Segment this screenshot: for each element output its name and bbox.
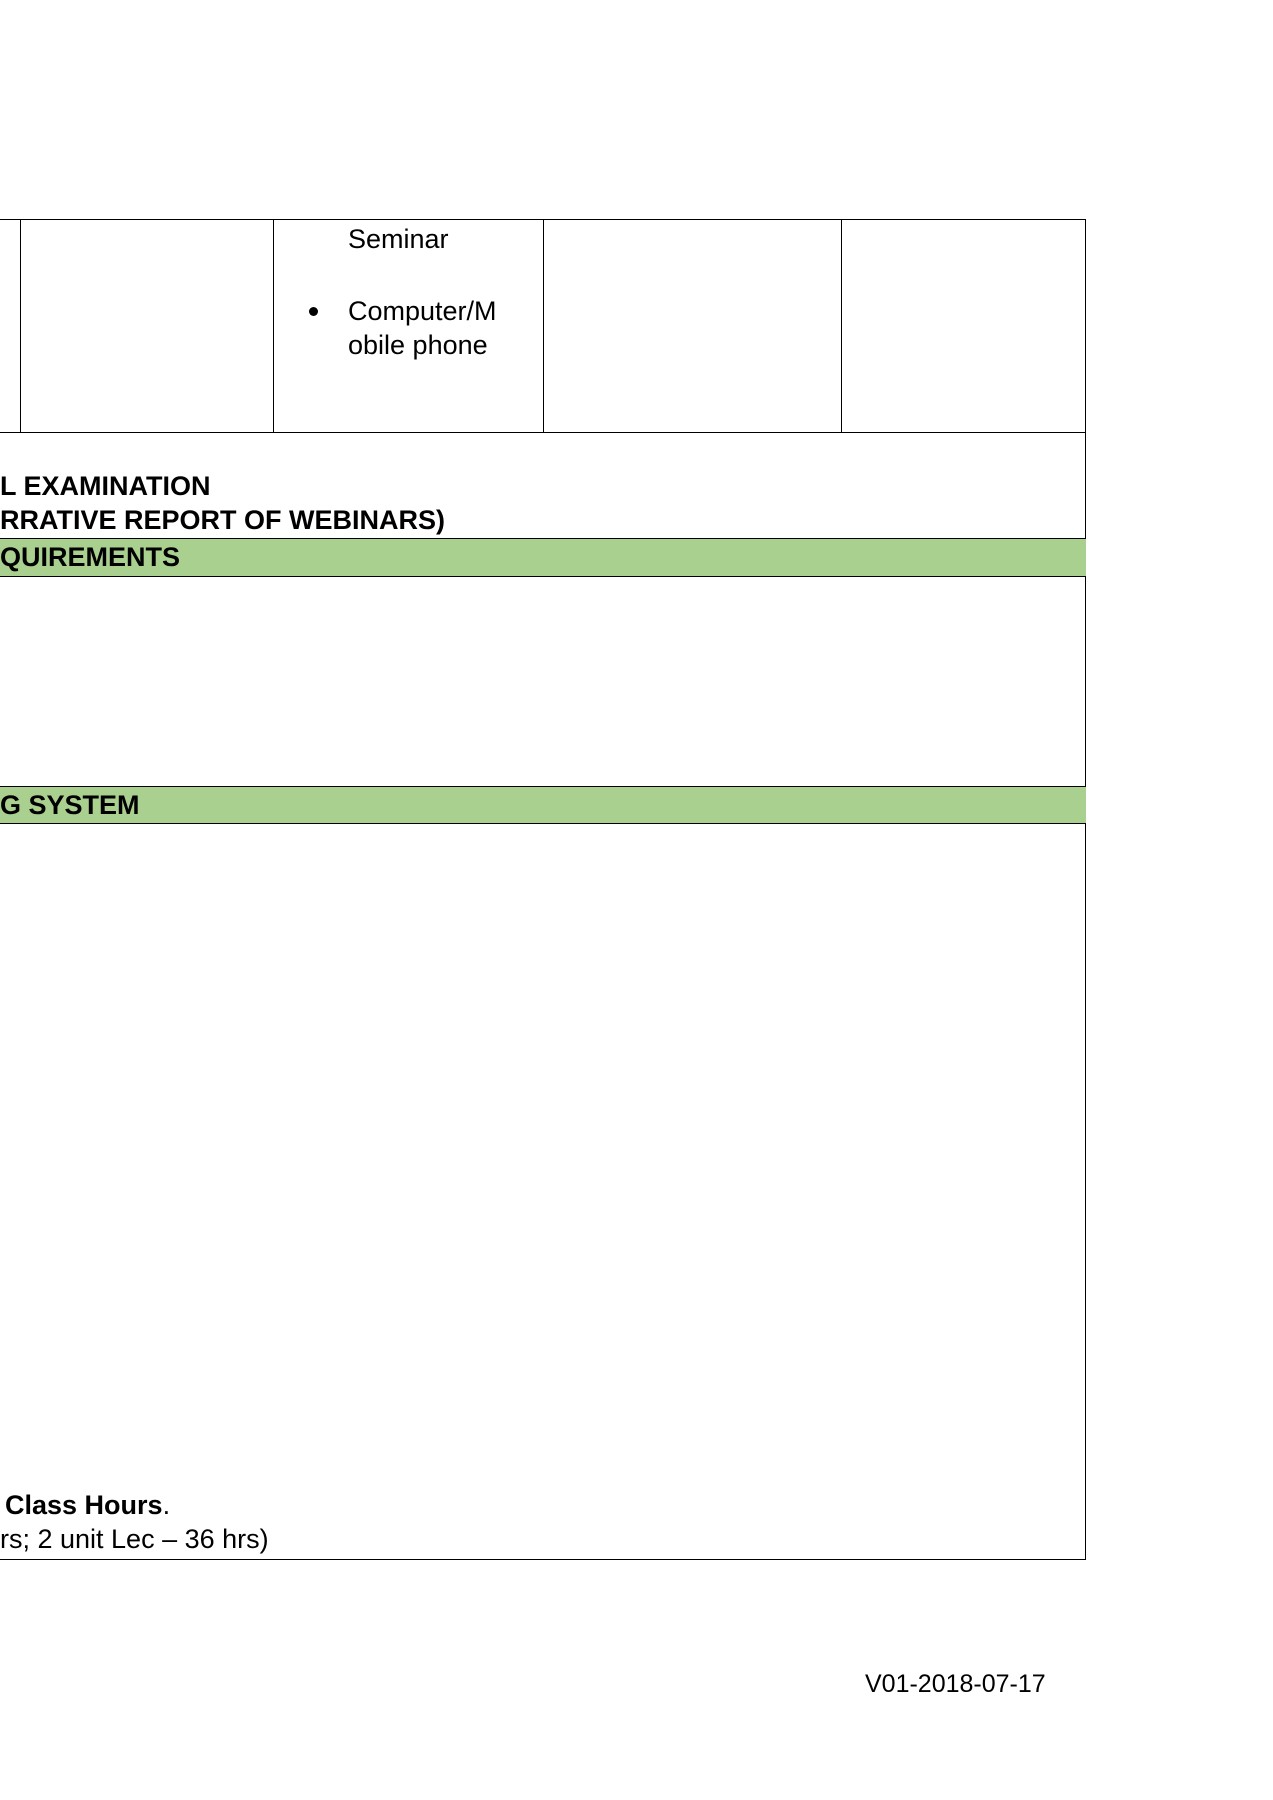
exam-line-2: RRATIVE REPORT OF WEBINARS): [0, 505, 445, 535]
requirements-header-band: QUIREMENTS: [0, 538, 1086, 577]
exam-line-1: L EXAMINATION: [0, 471, 211, 501]
class-hours-bold: Class Hours: [5, 1490, 163, 1520]
cell-divider-3: [543, 219, 545, 433]
equipment-row-bottom-border: [0, 432, 1086, 434]
cell-divider-2: [273, 219, 275, 433]
requirements-header: QUIREMENTS: [0, 542, 181, 572]
bullet-icon: [309, 307, 318, 316]
table-bottom-border: [0, 1559, 1086, 1561]
table-right-border: [1085, 219, 1087, 1560]
requirements-body: [0, 576, 1085, 786]
grading-header: G SYSTEM: [0, 790, 140, 820]
cell-divider-1: [20, 219, 22, 433]
grading-header-band: G SYSTEM: [0, 786, 1086, 824]
equipment-bullet-line2: obile phone: [348, 330, 488, 360]
equipment-cell-text: Seminar: [348, 224, 449, 254]
grading-body: Class Hours. rs; 2 unit Lec – 36 hrs): [0, 823, 1085, 1559]
class-hours-period: .: [162, 1490, 171, 1520]
class-hours-line2: rs; 2 unit Lec – 36 hrs): [0, 1524, 269, 1554]
version-footer: V01-2018-07-17: [865, 1670, 1046, 1698]
equipment-bullet-line1: Computer/M: [348, 296, 497, 326]
class-hours-line1: Class Hours.: [5, 1488, 170, 1522]
cell-divider-4: [841, 219, 843, 433]
